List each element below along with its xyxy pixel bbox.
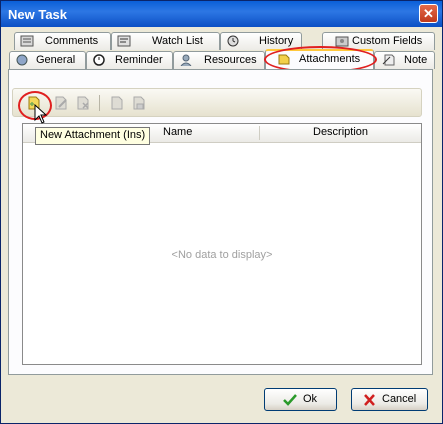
delete-attachment-button[interactable] (74, 94, 92, 112)
ok-button[interactable]: Ok (264, 388, 337, 411)
close-icon: ✕ (423, 6, 434, 21)
edit-attachment-icon (55, 96, 67, 110)
tab-comments[interactable]: Comments (14, 32, 111, 50)
note-icon (382, 54, 395, 66)
column-header-description[interactable]: Description (313, 126, 368, 138)
close-button[interactable]: ✕ (419, 4, 438, 23)
empty-grid-message: <No data to display> (171, 249, 273, 261)
save-attachment-icon (133, 96, 145, 110)
cancel-x-icon (364, 394, 375, 406)
checkmark-icon (283, 394, 297, 406)
column-header-name[interactable]: Name (163, 126, 192, 138)
window-title: New Task (8, 7, 68, 22)
tab-note[interactable]: Note (374, 51, 435, 69)
toolbar-separator (99, 95, 100, 111)
delete-attachment-icon (77, 96, 89, 110)
edit-attachment-button[interactable] (52, 94, 70, 112)
tab-general[interactable]: General (9, 51, 86, 69)
column-divider[interactable] (259, 126, 260, 140)
resources-icon (180, 54, 192, 66)
attachments-toolbar (12, 88, 422, 117)
new-attachment-tooltip: New Attachment (Ins) (35, 127, 151, 145)
reminder-icon (93, 54, 105, 66)
history-icon (227, 35, 239, 47)
watch-list-icon (117, 35, 131, 47)
title-bar[interactable]: New Task ✕ (1, 1, 442, 27)
tab-reminder[interactable]: Reminder (86, 51, 173, 69)
save-attachment-button[interactable] (130, 94, 148, 112)
tab-resources[interactable]: Resources (173, 51, 265, 69)
comments-icon (20, 35, 34, 47)
general-icon (16, 54, 28, 66)
open-attachment-button[interactable] (108, 94, 126, 112)
mouse-cursor-icon (34, 104, 48, 124)
custom-fields-icon (335, 36, 349, 47)
attachments-grid[interactable]: Name Description <No data to display> (22, 123, 422, 365)
open-attachment-icon (111, 96, 123, 110)
cancel-button[interactable]: Cancel (351, 388, 428, 411)
tab-watch-list[interactable]: Watch List (111, 32, 220, 50)
